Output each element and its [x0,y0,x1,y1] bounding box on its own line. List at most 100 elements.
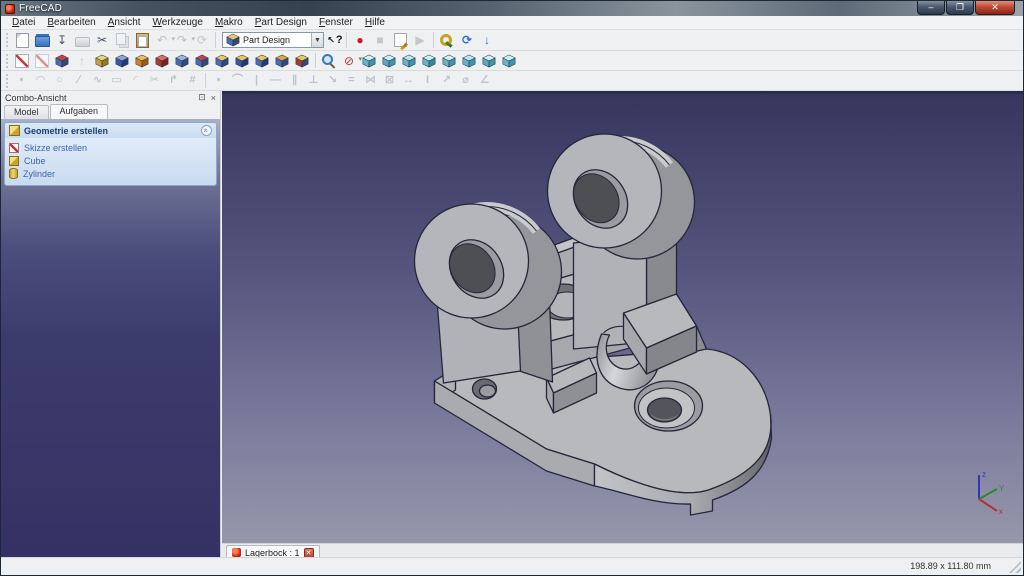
whats-this-icon[interactable]: ? [327,34,343,46]
workbench-selector[interactable]: Part Design ▼ [222,32,324,48]
menu-fenster[interactable]: Fenster [313,16,359,29]
menu-bearbeiten[interactable]: Bearbeiten [41,16,101,29]
sync-icon[interactable]: ⟳ [458,32,476,49]
tab-model[interactable]: Model [4,105,49,119]
groove-icon[interactable] [153,52,171,69]
task-item-cube[interactable]: Cube [9,154,212,167]
view-front-icon[interactable] [380,52,398,69]
scaled-icon[interactable] [273,52,291,69]
sketch-fillet-icon[interactable]: ◜ [127,72,144,89]
constraint-vertical-icon[interactable]: | [248,72,265,89]
maximize-button[interactable]: ❐ [946,1,974,15]
measure-distance-icon[interactable] [500,52,518,69]
view-top-icon[interactable] [400,52,418,69]
sketch-arc-icon[interactable]: ◠ [32,72,49,89]
chamfer-icon[interactable] [193,52,211,69]
constraint-symmetric-icon[interactable]: ⋈ [362,72,379,89]
view-axonometric-icon[interactable] [360,52,378,69]
macro-stop-icon[interactable]: ■ [371,32,389,49]
constraint-perpendicular-icon[interactable]: ⊥ [305,72,322,89]
workbench-dropdown-icon[interactable]: ▼ [311,33,323,47]
redo-icon[interactable]: ↷ ▾ [173,32,195,49]
combo-view-header[interactable]: Combo-Ansicht ⊡ × [1,91,220,104]
constraint-point-on-object-icon[interactable]: ⌒ [229,72,246,89]
constraint-equal-icon[interactable]: = [343,72,360,89]
refresh-icon[interactable]: ⟳ [193,32,211,49]
save-file-icon[interactable]: ↧ [53,32,71,49]
constraint-parallel-icon[interactable]: ∥ [286,72,303,89]
constraint-horizontal-distance-icon[interactable]: ↔ [400,72,417,89]
constraint-coincident-icon[interactable]: • [210,72,227,89]
view-bottom-icon[interactable] [460,52,478,69]
create-sketch-icon[interactable] [13,52,31,69]
download-icon[interactable]: ↓ [478,32,496,49]
constraint-horizontal-icon[interactable]: — [267,72,284,89]
sketch-circle-icon[interactable]: ○ [51,72,68,89]
copy-icon[interactable] [113,32,131,49]
sketch-trim-icon[interactable]: ✂ [146,72,163,89]
revolution-icon[interactable] [133,52,151,69]
menu-ansicht[interactable]: Ansicht [102,16,147,29]
multi-transform-icon[interactable] [293,52,311,69]
3d-viewport[interactable]: z Y x [222,91,1023,543]
fillet-icon[interactable] [173,52,191,69]
macro-record-icon[interactable]: ● [351,32,369,49]
close-button[interactable]: ✕ [975,1,1015,15]
tab-aufgaben[interactable]: Aufgaben [49,104,109,119]
sketch-polyline-icon[interactable]: ∿ [89,72,106,89]
task-item-zylinder[interactable]: Zylinder [9,167,212,180]
leave-sketch-icon[interactable]: ↑ [73,52,91,69]
sketch-external-icon[interactable]: ↱ [165,72,182,89]
pocket-icon[interactable] [113,52,131,69]
toolbar-grip[interactable] [5,72,10,89]
lagerbock-model[interactable] [222,91,1023,543]
macro-edit-icon[interactable] [391,32,409,49]
constraint-angle-icon[interactable]: ∠ [476,72,493,89]
resize-grip[interactable] [1009,561,1021,573]
constraint-tangent-icon[interactable]: ↘ [324,72,341,89]
view-sketch-icon[interactable] [33,52,51,69]
tab-close-icon[interactable]: ✕ [303,547,314,558]
sketch-construction-icon[interactable]: # [184,72,201,89]
dock-pin-icon[interactable]: ⊡ [198,92,206,103]
dock-close-icon[interactable]: × [211,93,216,103]
menu-part-design[interactable]: Part Design [249,16,313,29]
key-icon[interactable] [438,32,456,49]
fit-all-icon[interactable] [320,52,338,69]
collapse-icon[interactable]: « [201,125,212,136]
draw-style-icon[interactable]: ⊘ ▾ [340,52,362,69]
sketch-point-icon[interactable]: • [13,72,30,89]
new-file-icon[interactable] [13,32,31,49]
sketch-line-icon[interactable]: ∕ [70,72,87,89]
task-item-skizze[interactable]: Skizze erstellen [9,141,212,154]
polar-pattern-icon[interactable] [253,52,271,69]
toolbar-partdesign-view: ↑ ⊘ ▾ [1,51,1023,71]
title-bar[interactable]: FreeCAD – ❐ ✕ [1,1,1023,16]
toolbar-grip[interactable] [5,52,10,69]
mirrored-icon[interactable] [213,52,231,69]
pad-icon[interactable] [93,52,111,69]
constraint-radius-icon[interactable]: ⌀ [457,72,474,89]
task-box-header[interactable]: Geometrie erstellen « [5,123,216,138]
print-icon[interactable] [73,32,91,49]
undo-icon[interactable]: ↶ ▾ [153,32,175,49]
menu-werkzeuge[interactable]: Werkzeuge [147,16,209,29]
constraint-length-icon[interactable]: ↗ [438,72,455,89]
minimize-button[interactable]: – [917,1,945,15]
macro-play-icon[interactable]: ▶ [411,32,429,49]
menu-datei[interactable]: Datei [6,16,41,29]
sketch-rectangle-icon[interactable]: ▭ [108,72,125,89]
map-sketch-icon[interactable] [53,52,71,69]
linear-pattern-icon[interactable] [233,52,251,69]
open-file-icon[interactable] [33,32,51,49]
view-rear-icon[interactable] [440,52,458,69]
paste-icon[interactable] [133,32,151,49]
menu-hilfe[interactable]: Hilfe [359,16,391,29]
toolbar-grip[interactable] [5,32,10,48]
constraint-vertical-distance-icon[interactable]: I [419,72,436,89]
constraint-lock-icon[interactable]: ⊠ [381,72,398,89]
view-right-icon[interactable] [420,52,438,69]
view-left-icon[interactable] [480,52,498,69]
cut-icon[interactable]: ✂ [93,32,111,49]
menu-makro[interactable]: Makro [209,16,249,29]
